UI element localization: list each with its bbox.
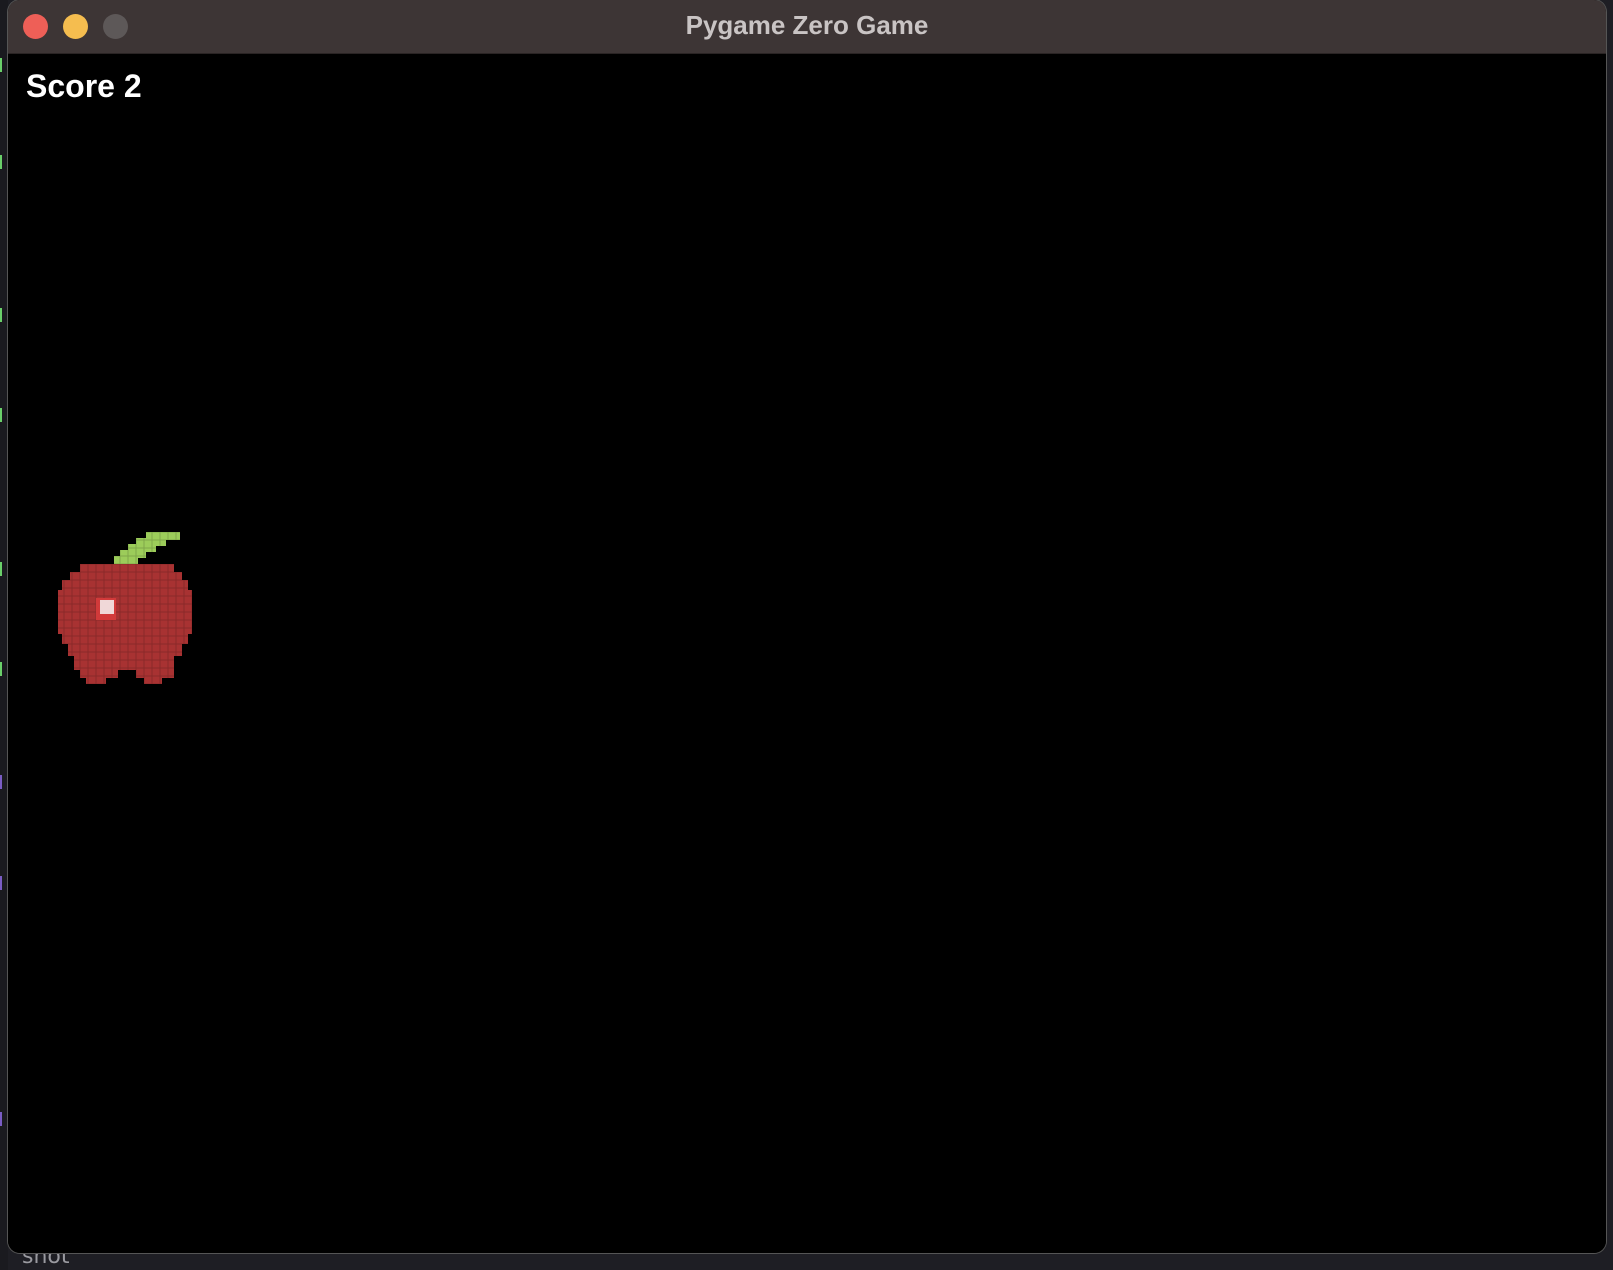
title-bar[interactable]: Pygame Zero Game [8,0,1606,54]
background-app-strip [0,0,8,1270]
game-window: Pygame Zero Game Score 2 [8,0,1606,1253]
background-marker [0,662,8,676]
background-marker [0,562,8,576]
background-marker [0,876,8,890]
background-marker [0,58,8,72]
close-window-button[interactable] [23,14,48,39]
background-marker [0,155,8,169]
background-marker [0,775,8,789]
window-title: Pygame Zero Game [685,10,929,40]
background-marker [0,308,8,322]
zoom-window-button[interactable] [103,14,128,39]
score-label: Score 2 [26,68,142,104]
background-marker [0,408,8,422]
minimize-window-button[interactable] [63,14,88,39]
apple-icon [56,532,196,694]
game-canvas[interactable]: Score 2 [8,54,1606,1253]
background-marker [0,1112,8,1126]
